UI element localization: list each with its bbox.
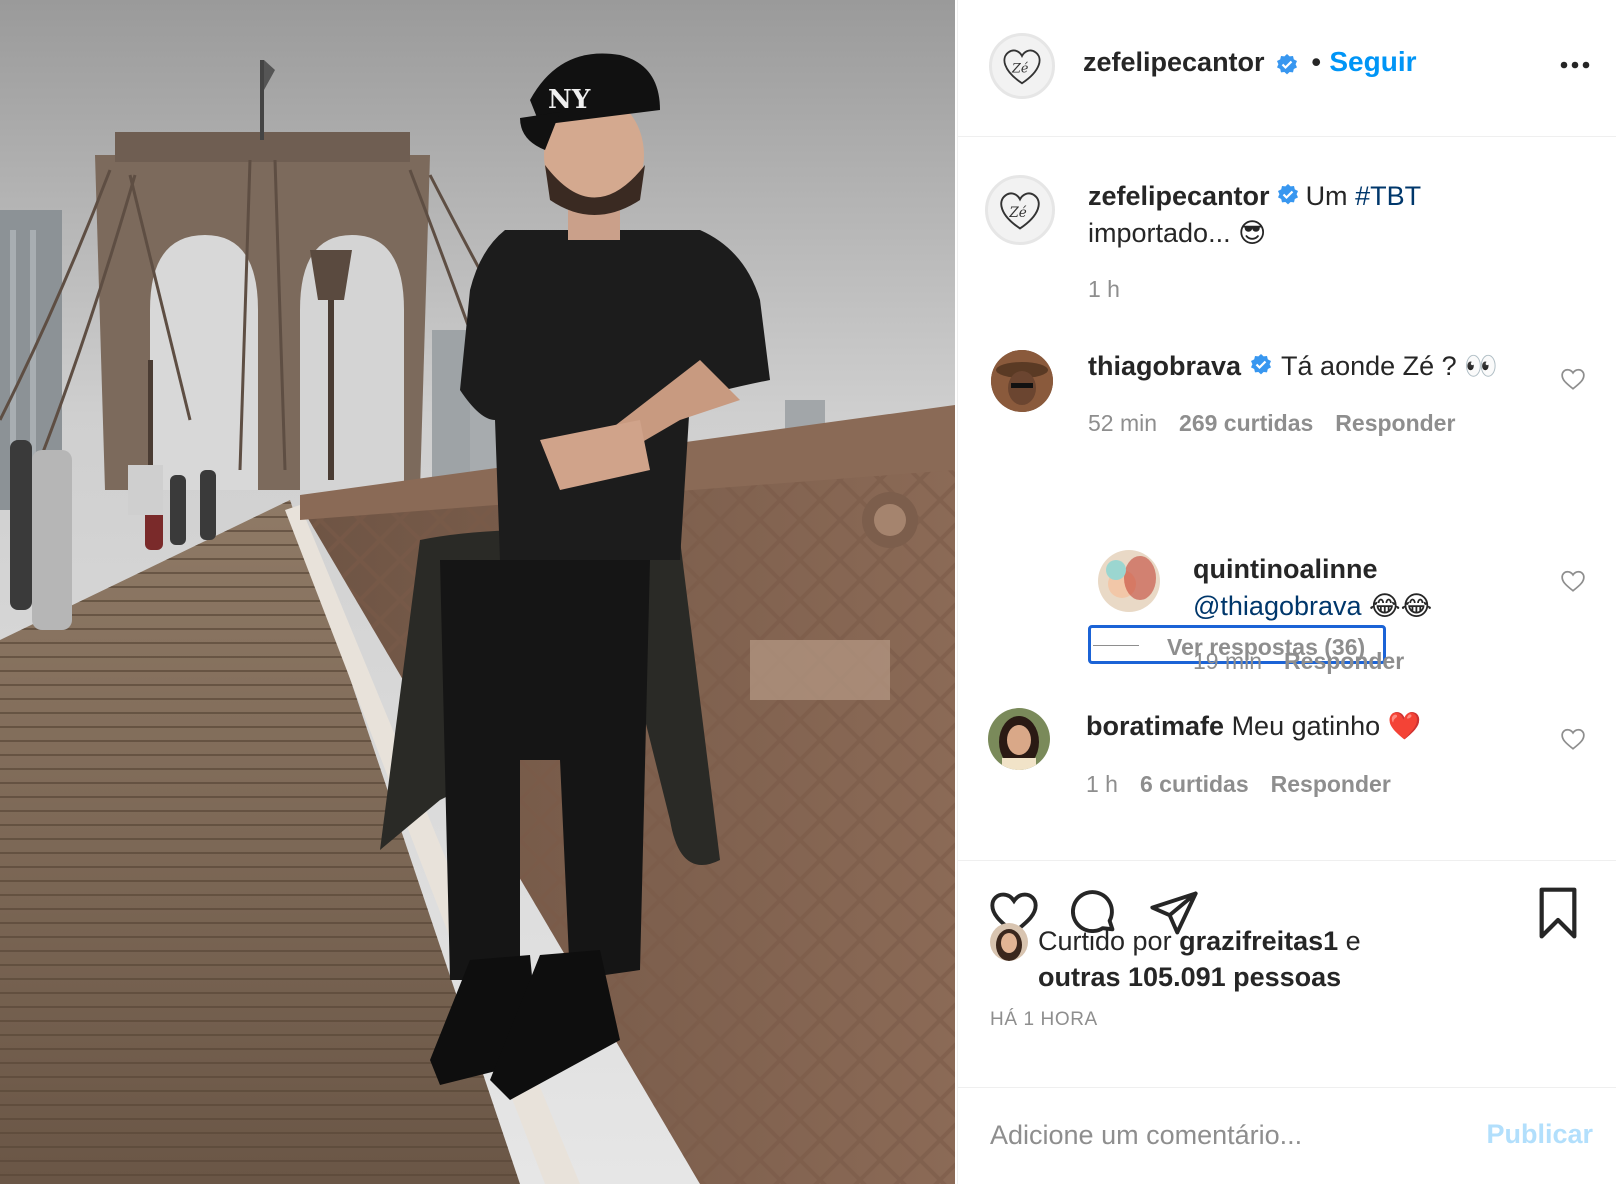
comment-input[interactable] bbox=[990, 1110, 1460, 1160]
liked-by-prefix: Curtido por bbox=[1038, 926, 1180, 956]
verified-badge-icon bbox=[1277, 53, 1298, 75]
comments-section: Zé zefelipecantor Um #TBT importado... 😎 … bbox=[958, 138, 1616, 858]
comment-text: boratimafe Meu gatinho ❤️ bbox=[1086, 708, 1421, 745]
liked-by-user[interactable]: grazifreitas1 bbox=[1179, 926, 1338, 956]
post-timestamp: HÁ 1 HORA bbox=[990, 1009, 1098, 1030]
liked-by-others[interactable]: outras 105.091 pessoas bbox=[1038, 959, 1341, 995]
more-options-icon[interactable] bbox=[1555, 50, 1595, 80]
liked-by-others-label: outras 105.091 pessoas bbox=[1038, 962, 1342, 992]
comment-time: 52 min bbox=[1088, 410, 1158, 436]
comment-likes[interactable]: 269 curtidas bbox=[1179, 410, 1313, 436]
comment-username[interactable]: boratimafe bbox=[1086, 711, 1224, 741]
like-comment-heart-icon[interactable] bbox=[1560, 366, 1586, 392]
author-username[interactable]: zefelipecantor bbox=[1083, 47, 1265, 77]
post-image: NY bbox=[0, 0, 955, 1184]
caption-body-start: Um bbox=[1305, 181, 1356, 211]
liked-by-text: Curtido por grazifreitas1 e bbox=[1038, 923, 1361, 959]
author-avatar[interactable]: Zé bbox=[989, 33, 1055, 99]
like-comment-heart-icon[interactable] bbox=[1560, 568, 1586, 594]
bookmark-icon[interactable] bbox=[1533, 885, 1583, 941]
comment-username[interactable]: thiagobrava bbox=[1088, 351, 1241, 381]
reply-button[interactable]: Responder bbox=[1284, 648, 1404, 674]
comment-likes[interactable]: 6 curtidas bbox=[1140, 771, 1249, 797]
comment-body: Tá aonde Zé ? 👀 bbox=[1281, 351, 1498, 381]
comment-meta: 52 min 269 curtidas Responder bbox=[1088, 410, 1455, 437]
caption-body-end: importado... 😎 bbox=[1088, 218, 1267, 248]
post-header: Zé zefelipecantor • Seguir bbox=[958, 0, 1616, 137]
caption-author-avatar[interactable]: Zé bbox=[985, 175, 1055, 245]
post-side-panel: Zé zefelipecantor • Seguir Zé zefelipeca… bbox=[957, 0, 1616, 1184]
svg-text:Zé: Zé bbox=[1011, 60, 1029, 75]
comment-body: 😂😂 bbox=[1369, 591, 1433, 621]
caption-time: 1 h bbox=[1088, 276, 1120, 302]
liked-by-middle: e bbox=[1338, 926, 1361, 956]
commenter-avatar[interactable] bbox=[988, 708, 1050, 770]
caption-username[interactable]: zefelipecantor bbox=[1088, 181, 1270, 211]
follow-separator: • bbox=[1311, 47, 1321, 77]
follow-button[interactable]: Seguir bbox=[1329, 46, 1416, 77]
commenter-avatar[interactable] bbox=[1098, 550, 1160, 612]
publish-button[interactable]: Publicar bbox=[1486, 1119, 1593, 1150]
verified-badge-icon bbox=[1251, 354, 1272, 375]
liker-avatar[interactable] bbox=[990, 923, 1028, 961]
post-photo[interactable]: NY bbox=[0, 0, 955, 1184]
comment-time: 19 min bbox=[1193, 648, 1263, 674]
caption-hashtag[interactable]: #TBT bbox=[1355, 181, 1421, 211]
commenter-avatar[interactable] bbox=[991, 350, 1053, 412]
heart-logo-icon: Zé bbox=[1000, 192, 1040, 230]
reply-button[interactable]: Responder bbox=[1271, 771, 1391, 797]
caption-text: zefelipecantor Um #TBT importado... 😎 bbox=[1088, 178, 1488, 252]
comment-mention[interactable]: @thiagobrava bbox=[1193, 591, 1362, 621]
comment-meta: 1 h 6 curtidas Responder bbox=[1086, 771, 1391, 798]
comment-text: thiagobrava Tá aonde Zé ? 👀 bbox=[1088, 348, 1498, 385]
verified-badge-icon bbox=[1277, 184, 1298, 205]
svg-text:NY: NY bbox=[548, 85, 591, 115]
comment-composer: Publicar bbox=[958, 1087, 1616, 1184]
comment-time: 1 h bbox=[1086, 771, 1118, 797]
comment-text: quintinoalinne @thiagobrava 😂😂 bbox=[1193, 551, 1573, 625]
reply-button[interactable]: Responder bbox=[1335, 410, 1455, 436]
like-comment-heart-icon[interactable] bbox=[1560, 726, 1586, 752]
post-actions: Curtido por grazifreitas1 e outras 105.0… bbox=[958, 860, 1616, 1085]
comment-meta: 19 min Responder bbox=[1193, 648, 1404, 675]
heart-logo-icon: Zé bbox=[1003, 49, 1041, 85]
comment-body: Meu gatinho ❤️ bbox=[1231, 711, 1422, 741]
comment-username[interactable]: quintinoalinne bbox=[1193, 554, 1377, 584]
svg-text:Zé: Zé bbox=[1008, 205, 1026, 221]
